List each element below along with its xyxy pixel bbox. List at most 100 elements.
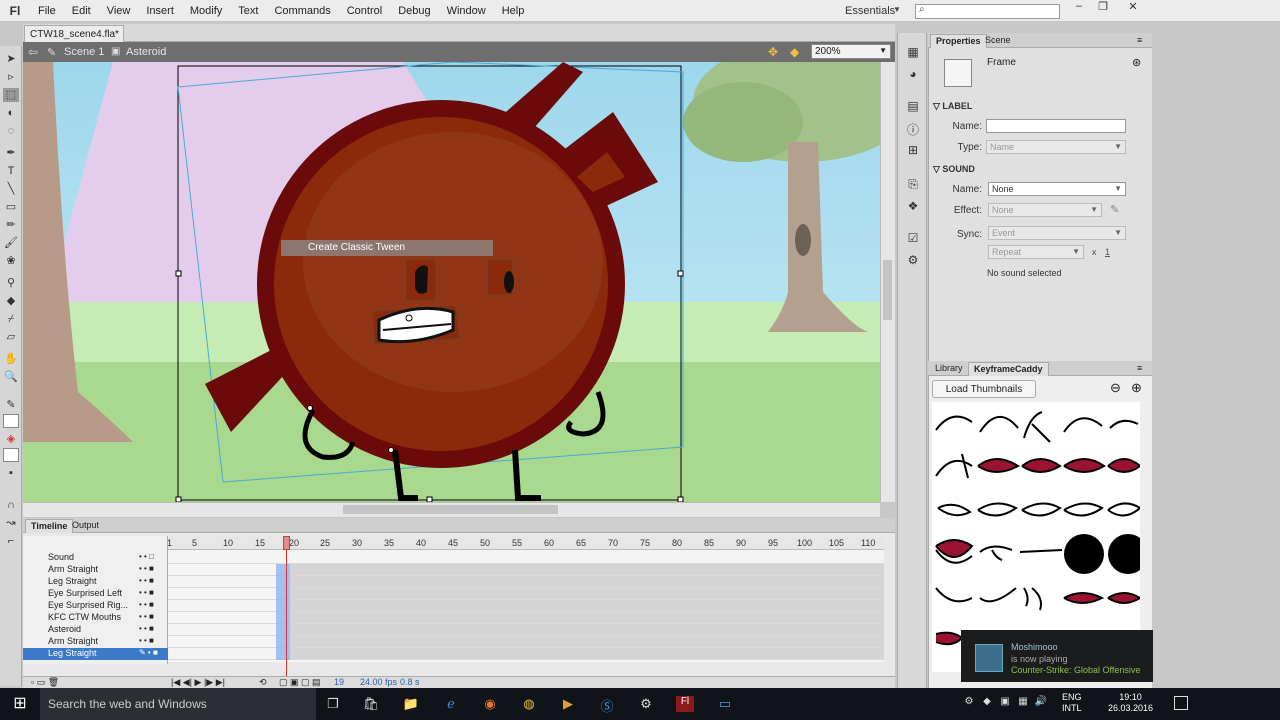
tab-output[interactable]: Output — [67, 519, 104, 533]
breadcrumb-symbol[interactable]: Asteroid — [126, 46, 166, 58]
minimize-icon[interactable]: – — [1066, 0, 1092, 16]
onion-skin-icons[interactable]: ▢ ▣ ▢ ▤ — [279, 677, 321, 688]
vertical-scroll-thumb[interactable] — [883, 260, 892, 320]
store-icon[interactable]: 🛍 — [362, 696, 380, 712]
label-name-input[interactable] — [986, 119, 1126, 133]
stroke-color-icon[interactable]: ✎ — [3, 398, 19, 412]
menu-modify[interactable]: Modify — [182, 5, 230, 17]
brush-tool-icon[interactable]: 🖌 — [3, 236, 19, 250]
motion-presets-icon[interactable]: ⚙ — [905, 253, 921, 269]
help-icon[interactable]: ⊛ — [1132, 56, 1141, 69]
workspace-switcher[interactable]: Essentials — [845, 5, 895, 17]
layer-row[interactable]: Eye Surprised Rig... • • ■ — [23, 600, 168, 612]
edit-scene-icon[interactable]: ✥ — [768, 45, 778, 59]
zoom-tool-icon[interactable]: 🔍 — [3, 370, 19, 384]
menu-window[interactable]: Window — [439, 5, 494, 17]
repeat-select[interactable]: Repeat ▼ — [988, 245, 1084, 259]
edit-symbol-icon[interactable]: ◆ — [790, 45, 799, 59]
playhead[interactable] — [283, 536, 290, 550]
edge-icon[interactable]: ℯ — [442, 696, 460, 712]
tray-network-icon[interactable]: ▦ — [1014, 696, 1032, 712]
steam-icon[interactable]: ⚙ — [637, 696, 655, 712]
swap-colors-icon[interactable]: ▪ — [3, 466, 19, 480]
layer-row[interactable]: Eye Surprised Left • • ■ — [23, 588, 168, 600]
back-arrow-icon[interactable]: ⇦ — [28, 45, 38, 59]
lasso-tool-icon[interactable]: ◌ — [3, 124, 19, 138]
stage-canvas[interactable] — [23, 62, 880, 502]
tray-steam-icon[interactable]: ⚙ — [960, 696, 978, 712]
smooth-icon[interactable]: ↝ — [3, 516, 19, 530]
flash-taskbar-icon[interactable]: Fl — [676, 696, 694, 712]
edit-effect-icon[interactable]: ✎ — [1110, 203, 1119, 216]
load-thumbnails-button[interactable]: Load Thumbnails — [932, 380, 1036, 398]
sound-name-select[interactable]: None ▼ — [988, 182, 1126, 196]
menu-debug[interactable]: Debug — [390, 5, 438, 17]
media-player-icon[interactable]: ▶ — [559, 696, 577, 712]
skype-icon[interactable]: Ⓢ — [598, 696, 616, 714]
subselection-tool-icon[interactable]: ▹ — [3, 70, 19, 84]
input-language[interactable]: ENG INTL — [1062, 692, 1082, 714]
layer-row[interactable]: Asteroid • • ■ — [23, 624, 168, 636]
info-icon[interactable]: ⓘ — [905, 121, 921, 137]
zoom-in-icon[interactable]: ⊕ — [1131, 380, 1142, 396]
close-icon[interactable]: ✕ — [1120, 0, 1146, 16]
file-explorer-icon[interactable]: 📁 — [402, 696, 420, 712]
hand-tool-icon[interactable]: ✋ — [3, 352, 19, 366]
line-tool-icon[interactable]: ╲ — [3, 182, 19, 196]
eyedropper-icon[interactable]: ⌿ — [3, 312, 19, 326]
tray-volume-icon[interactable]: 🔊 — [1032, 696, 1050, 712]
rectangle-tool-icon[interactable]: ▭ — [3, 200, 19, 214]
menu-control[interactable]: Control — [339, 5, 390, 17]
taskbar-search-input[interactable]: Search the web and Windows — [40, 688, 316, 720]
sound-section-header[interactable]: ▽ SOUND — [933, 164, 975, 175]
zoom-select[interactable]: 200% ▼ — [811, 44, 891, 59]
menu-commands[interactable]: Commands — [266, 5, 338, 17]
align-panel-icon[interactable]: ▦ — [905, 45, 921, 61]
layer-row-selected[interactable]: Leg Straight ✎ • ■ — [23, 648, 168, 660]
free-transform-tool-icon[interactable]: ⬚ — [3, 88, 19, 102]
document-tab[interactable]: CTW18_scene4.fla* × — [24, 25, 124, 51]
breadcrumb-scene[interactable]: Scene 1 — [64, 46, 104, 58]
paint-bucket-icon[interactable]: ◆ — [3, 294, 19, 308]
effect-select[interactable]: None ▼ — [988, 203, 1102, 217]
chevron-down-icon[interactable]: ▼ — [893, 5, 901, 14]
menu-insert[interactable]: Insert — [138, 5, 182, 17]
components-icon[interactable]: ❖ — [905, 199, 921, 215]
info-panel-icon[interactable]: ▤ — [905, 99, 921, 115]
straighten-icon[interactable]: ⌐ — [3, 534, 19, 548]
label-section-header[interactable]: ▽ LABEL — [933, 101, 972, 112]
stroke-swatch[interactable] — [3, 414, 19, 428]
transform-panel-icon[interactable]: ⊞ — [905, 143, 921, 159]
help-search-input[interactable] — [915, 4, 1060, 19]
history-icon[interactable]: ☑ — [905, 231, 921, 247]
fill-color-icon[interactable]: ◈ — [3, 432, 19, 446]
action-center-icon[interactable] — [1174, 696, 1188, 710]
layer-row[interactable]: Leg Straight • • ■ — [23, 576, 168, 588]
menu-edit[interactable]: Edit — [64, 5, 99, 17]
tray-dropbox-icon[interactable]: ◆ — [978, 696, 996, 712]
menu-view[interactable]: View — [99, 5, 139, 17]
horizontal-scroll-thumb[interactable] — [343, 505, 558, 514]
snap-magnet-icon[interactable]: ∩ — [3, 498, 19, 512]
frame-rate[interactable]: 24.00 fps — [360, 677, 397, 687]
clock[interactable]: 19:10 26.03.2016 — [1108, 692, 1153, 714]
repeat-count-field[interactable]: 1 — [1105, 247, 1110, 257]
selected-frames[interactable] — [276, 564, 290, 660]
menu-text[interactable]: Text — [230, 5, 266, 17]
layer-row[interactable]: KFC CTW Mouths • • ■ — [23, 612, 168, 624]
tab-scene[interactable]: Scene — [980, 34, 1016, 48]
layer-row[interactable]: Arm Straight • • ■ — [23, 636, 168, 648]
sync-select[interactable]: Event ▼ — [988, 226, 1126, 240]
pen-tool-icon[interactable]: ✒ — [3, 146, 19, 160]
label-type-select[interactable]: Name ▼ — [986, 140, 1126, 154]
tab-library[interactable]: Library — [930, 362, 968, 376]
menu-help[interactable]: Help — [494, 5, 533, 17]
color-panel-icon[interactable]: ◕ — [905, 67, 921, 83]
new-layer-icon[interactable]: ▫ ▭ 🗑 — [31, 677, 59, 688]
eraser-icon[interactable]: ▱ — [3, 330, 19, 344]
restore-icon[interactable]: ❐ — [1090, 0, 1116, 16]
current-frame[interactable]: 19 — [334, 677, 344, 687]
tab-keyframecaddy[interactable]: KeyframeCaddy — [968, 362, 1049, 376]
windows-start-icon[interactable]: ⊞ — [0, 688, 40, 720]
zoom-out-icon[interactable]: ⊖ — [1110, 380, 1121, 396]
